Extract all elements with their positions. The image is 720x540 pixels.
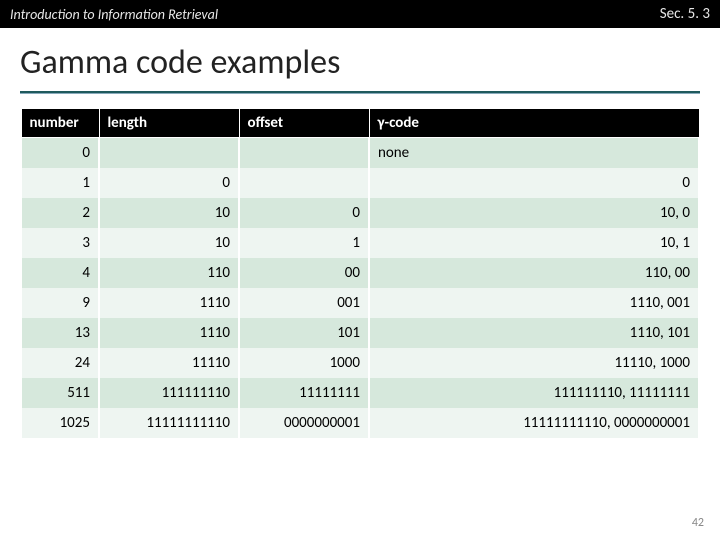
cell-number: 1 xyxy=(21,168,99,198)
table-row: 1025 11111111110 0000000001 11111111110,… xyxy=(21,408,699,438)
cell-number: 0 xyxy=(21,138,99,169)
cell-code: 11111111110, 0000000001 xyxy=(369,408,699,438)
cell-offset xyxy=(239,138,369,169)
cell-length: 1110 xyxy=(99,288,239,318)
section-label: Sec. 5. 3 xyxy=(660,5,710,23)
col-number: number xyxy=(21,109,99,138)
table-header-row: number length offset γ-code xyxy=(21,109,699,138)
cell-length: 0 xyxy=(99,168,239,198)
cell-code: 110, 00 xyxy=(369,258,699,288)
cell-number: 4 xyxy=(21,258,99,288)
table-row: 3 10 1 10, 1 xyxy=(21,228,699,258)
table-row: 1 0 0 xyxy=(21,168,699,198)
table-row: 4 110 00 110, 00 xyxy=(21,258,699,288)
cell-number: 24 xyxy=(21,348,99,378)
cell-offset: 0000000001 xyxy=(239,408,369,438)
cell-length: 11111111110 xyxy=(99,408,239,438)
page-title: Gamma code examples xyxy=(0,28,720,91)
cell-length xyxy=(99,138,239,169)
course-name: Introduction to Information Retrieval xyxy=(10,6,218,23)
cell-offset: 1000 xyxy=(239,348,369,378)
cell-code: none xyxy=(369,138,699,169)
table-row: 9 1110 001 1110, 001 xyxy=(21,288,699,318)
cell-number: 13 xyxy=(21,318,99,348)
cell-code: 0 xyxy=(369,168,699,198)
cell-offset: 00 xyxy=(239,258,369,288)
cell-length: 10 xyxy=(99,198,239,228)
cell-code: 1110, 001 xyxy=(369,288,699,318)
cell-number: 1025 xyxy=(21,408,99,438)
cell-number: 2 xyxy=(21,198,99,228)
cell-offset: 11111111 xyxy=(239,378,369,408)
cell-offset: 1 xyxy=(239,228,369,258)
table-container: number length offset γ-code 0 none 1 0 xyxy=(0,108,720,438)
table-row: 2 10 0 10, 0 xyxy=(21,198,699,228)
table-row: 13 1110 101 1110, 101 xyxy=(21,318,699,348)
col-length: length xyxy=(99,109,239,138)
cell-offset: 001 xyxy=(239,288,369,318)
cell-code: 1110, 101 xyxy=(369,318,699,348)
table-row: 24 11110 1000 11110, 1000 xyxy=(21,348,699,378)
cell-length: 10 xyxy=(99,228,239,258)
cell-code: 111111110, 11111111 xyxy=(369,378,699,408)
gamma-code-table: number length offset γ-code 0 none 1 0 xyxy=(20,108,700,438)
title-rule xyxy=(20,91,700,94)
cell-number: 3 xyxy=(21,228,99,258)
cell-length: 11110 xyxy=(99,348,239,378)
col-code: γ-code xyxy=(369,109,699,138)
top-bar: Introduction to Information Retrieval Se… xyxy=(0,0,720,28)
cell-offset: 0 xyxy=(239,198,369,228)
cell-length: 110 xyxy=(99,258,239,288)
cell-length: 111111110 xyxy=(99,378,239,408)
slide: Introduction to Information Retrieval Se… xyxy=(0,0,720,540)
cell-offset: 101 xyxy=(239,318,369,348)
page-number: 42 xyxy=(692,516,704,530)
table-row: 511 111111110 11111111 111111110, 111111… xyxy=(21,378,699,408)
cell-length: 1110 xyxy=(99,318,239,348)
cell-code: 10, 1 xyxy=(369,228,699,258)
cell-number: 9 xyxy=(21,288,99,318)
cell-code: 10, 0 xyxy=(369,198,699,228)
table-row: 0 none xyxy=(21,138,699,169)
col-offset: offset xyxy=(239,109,369,138)
cell-offset xyxy=(239,168,369,198)
cell-number: 511 xyxy=(21,378,99,408)
cell-code: 11110, 1000 xyxy=(369,348,699,378)
